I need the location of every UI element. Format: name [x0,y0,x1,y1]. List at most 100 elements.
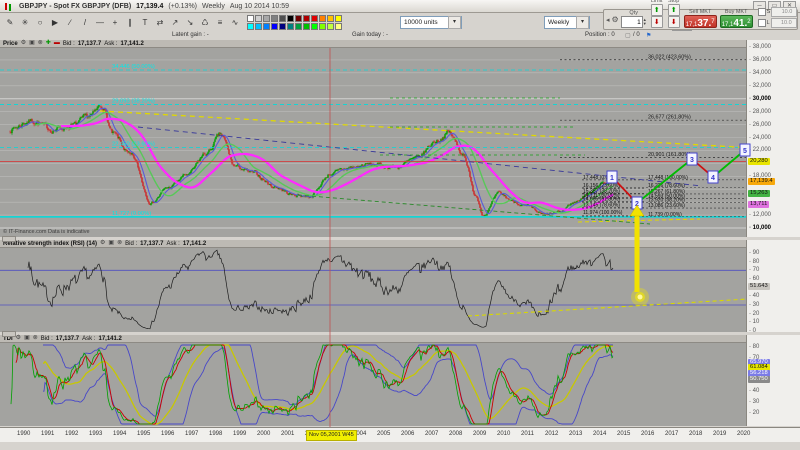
qty-spinner[interactable]: ▲▼ [643,18,647,26]
quantity-stepper[interactable]: ▲▼ [621,16,647,28]
title-change: (+0.13%) [168,3,197,10]
text-tool-icon[interactable]: T [138,15,152,30]
segment-tool-icon[interactable]: / [78,15,92,30]
color-swatch[interactable] [271,23,278,30]
compare-tool-icon[interactable]: ⇄ [153,15,167,30]
color-swatch[interactable] [319,15,326,22]
year-label: 1999 [233,431,246,437]
wrench-icon[interactable]: ⚙ [21,40,26,47]
window-icon[interactable]: ▣ [24,335,30,342]
bid-label: Bid : [63,41,75,47]
color-swatch[interactable] [263,23,270,30]
color-swatch[interactable] [271,15,278,22]
chevron-down-icon[interactable]: ▾ [448,16,461,29]
collapse-ticket-icon[interactable]: ◂ [606,16,610,24]
zigzag-tool-icon[interactable]: ∿ [228,15,242,30]
year-label: 2014 [593,431,606,437]
chevron-down-icon[interactable]: ▾ [576,16,589,29]
stop-distance-stepper[interactable]: 10.0 [771,7,797,17]
levels-tool-icon[interactable]: ≡ [213,15,227,30]
year-label: 2018 [689,431,702,437]
limit-distance-stepper[interactable]: 10.0 [771,18,797,28]
limit-buy-button[interactable]: ⬆ [651,4,663,16]
color-swatch[interactable] [327,23,334,30]
limit-sell-button[interactable]: ⬇ [651,16,663,28]
color-swatch[interactable] [287,23,294,30]
color-swatch[interactable] [335,15,342,22]
axis-value-tag: 17,139.4 [748,178,775,185]
timeframe-select[interactable]: Weekly ▾ [544,16,590,29]
color-swatch[interactable] [263,15,270,22]
splitter-handle[interactable] [2,236,16,242]
stop-sell-button[interactable]: ⬇ [668,16,680,28]
color-swatch[interactable] [255,23,262,30]
color-swatch[interactable] [247,15,254,22]
wrench-icon[interactable]: ⚙ [100,240,105,247]
year-label: 2011 [521,431,534,437]
year-label: 2010 [497,431,510,437]
year-label: 1995 [137,431,150,437]
ask-value: 17,141.2 [121,41,144,47]
axis-value-tag: 51.643 [748,283,770,290]
attach-stop-checkbox[interactable] [758,8,766,16]
zoom-tool-icon[interactable]: ○ [33,15,47,30]
axis-tick-label: - 38,000 [749,44,771,50]
color-swatch[interactable] [295,23,302,30]
arrow-up-tool-icon[interactable]: ↗ [168,15,182,30]
year-label: 2005 [377,431,390,437]
color-swatch[interactable] [303,23,310,30]
highlight-tool-icon[interactable]: ✳ [18,15,32,30]
zoom-out-icon[interactable]: ▬ [54,40,60,47]
sell-market-button[interactable]: 17,137.7 [684,15,717,28]
color-swatch[interactable] [279,23,286,30]
rsi-plot[interactable] [0,240,746,332]
axis-tick-label: - 40 [749,293,759,299]
price-chart-plot[interactable] [0,40,746,237]
year-label: 2007 [425,431,438,437]
tdi-plot[interactable] [0,335,746,426]
buy-market-button[interactable]: 17,141.2 [720,15,753,28]
stop-buy-button[interactable]: ⬆ [668,4,680,16]
close-icon[interactable]: ⊗ [33,335,38,342]
color-swatch[interactable] [303,15,310,22]
color-swatch[interactable] [335,23,342,30]
window-icon[interactable]: ▣ [108,240,114,247]
axis-tick-label: - 80 [749,344,759,350]
year-label: 1998 [209,431,222,437]
color-swatch[interactable] [247,23,254,30]
tdi-y-axis: - 80- 70- 40- 30- 2065.97061.08456.21850… [746,335,800,426]
year-label: 2013 [569,431,582,437]
channel-tool-icon[interactable]: ∥ [123,15,137,30]
close-icon[interactable]: ⊗ [38,40,43,47]
wrench-icon[interactable]: ⚙ [16,335,21,342]
color-swatch[interactable] [255,15,262,22]
sell-group: Sell MKT 17,137.7 [684,9,717,28]
horizontal-line-tool-icon[interactable]: — [93,15,107,30]
window-icon[interactable]: ▣ [29,40,35,47]
color-swatch[interactable] [295,15,302,22]
year-label: 1994 [113,431,126,437]
attach-limit-checkbox[interactable] [758,19,766,27]
axis-value-tag: 13,711 [748,201,769,208]
qty-input[interactable] [621,16,643,28]
axis-tick-label: - 28,000 [749,109,771,115]
color-swatch[interactable] [319,23,326,30]
vertical-line-tool-icon[interactable]: + [108,15,122,30]
splitter-handle[interactable] [2,331,16,337]
color-swatch[interactable] [279,15,286,22]
tool-buttons: ✎✳○▶∕/—+∥T⇄↗↘♺≡∿ [3,15,243,30]
color-swatch[interactable] [311,23,318,30]
arrow-down-tool-icon[interactable]: ↘ [183,15,197,30]
color-swatch[interactable] [311,15,318,22]
delete-tool-icon[interactable]: ♺ [198,15,212,30]
ticket-settings-icon[interactable]: ⚙ [612,15,619,24]
zoom-in-icon[interactable]: ✚ [46,40,51,47]
point-tool-icon[interactable]: ∕ [63,15,77,30]
units-select[interactable]: 10000 units ▾ [400,16,462,29]
color-swatch[interactable] [327,15,334,22]
cursor-tool-icon[interactable]: ▶ [48,15,62,30]
pencil-tool-icon[interactable]: ✎ [3,15,17,30]
color-swatch[interactable] [287,15,294,22]
year-label: 2006 [401,431,414,437]
close-icon[interactable]: ⊗ [117,240,122,247]
